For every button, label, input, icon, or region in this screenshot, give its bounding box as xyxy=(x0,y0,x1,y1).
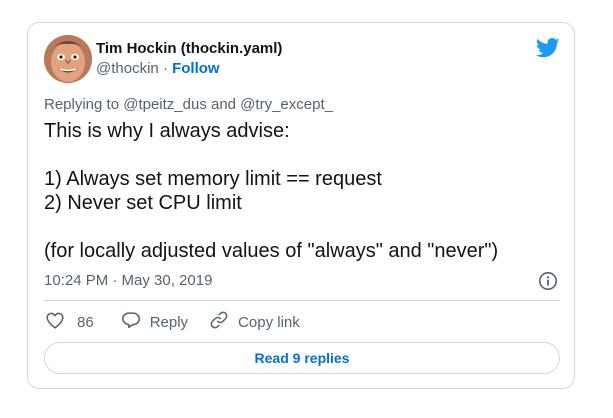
twitter-bird-icon[interactable] xyxy=(535,38,560,58)
author-handle-row: @thockin · Follow xyxy=(96,60,220,78)
tweet-line: 2) Never set CPU limit xyxy=(44,192,242,214)
reply-label: Reply xyxy=(149,313,189,331)
author-name[interactable]: Tim Hockin (thockin.yaml) xyxy=(96,40,282,58)
avatar[interactable] xyxy=(44,35,92,83)
tweet-card: Tim Hockin (thockin.yaml) @thockin · Fol… xyxy=(27,22,575,389)
info-icon[interactable] xyxy=(538,271,558,291)
tweet-line xyxy=(44,143,554,167)
tweet-line: 1) Always set memory limit == request xyxy=(44,168,382,190)
tweet-line: This is why I always advise: xyxy=(44,120,290,142)
reply-button[interactable]: Reply xyxy=(120,309,188,335)
separator-dot: · xyxy=(162,60,168,77)
copy-link-button[interactable]: Copy link xyxy=(208,309,300,335)
like-count: 86 xyxy=(77,313,94,331)
like-button[interactable]: 86 xyxy=(44,309,94,335)
tweet-line: (for locally adjusted values of "always"… xyxy=(44,240,499,262)
tweet-line xyxy=(44,215,554,239)
divider xyxy=(44,300,560,301)
tweet-actions: 86 Reply Copy link xyxy=(44,310,300,334)
link-icon xyxy=(208,309,230,335)
heart-icon xyxy=(44,309,66,335)
reply-bubble-icon xyxy=(120,309,142,335)
replying-to: Replying to @tpeitz_dus and @try_except_ xyxy=(44,96,333,113)
follow-link[interactable]: Follow xyxy=(172,60,220,77)
author-handle[interactable]: @thockin xyxy=(96,60,159,77)
read-replies-button[interactable]: Read 9 replies xyxy=(44,342,560,374)
copy-link-label: Copy link xyxy=(238,313,300,331)
tweet-timestamp[interactable]: 10:24 PM · May 30, 2019 xyxy=(44,272,212,290)
tweet-text: This is why I always advise: 1) Always s… xyxy=(44,119,554,263)
